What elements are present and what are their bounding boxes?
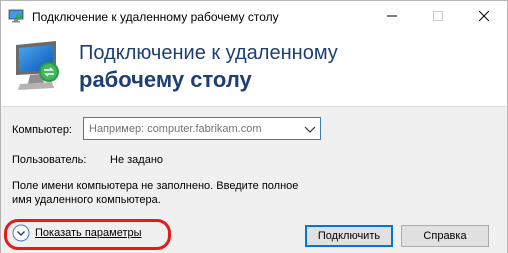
show-options-toggle[interactable]: Показать параметры: [12, 224, 142, 242]
minimize-icon: [387, 15, 397, 17]
computer-label: Компьютер:: [12, 124, 72, 136]
user-label: Пользователь:: [12, 154, 87, 166]
remote-desktop-monitor-icon: [16, 41, 59, 90]
show-options-label[interactable]: Показать параметры: [35, 227, 142, 239]
help-button[interactable]: Справка: [401, 225, 489, 247]
minimize-button[interactable]: [369, 1, 415, 31]
header-banner: Подключение к удаленному рабочему столу: [1, 31, 507, 107]
maximize-button[interactable]: [415, 1, 461, 31]
dialog-content: Компьютер: Пользователь: Не задано Поле …: [1, 108, 507, 253]
banner-title-line2: рабочему столу: [79, 67, 252, 92]
window-title: Подключение к удаленному рабочему столу: [32, 10, 279, 24]
rdp-window: Подключение к удаленному рабочему столу: [0, 0, 508, 253]
remote-desktop-icon: [8, 9, 24, 23]
expand-circle-icon[interactable]: [12, 224, 30, 242]
maximize-icon: [433, 11, 443, 21]
connect-button[interactable]: Подключить: [305, 225, 393, 247]
computer-input[interactable]: [84, 118, 302, 139]
user-value: Не задано: [110, 154, 164, 166]
title-bar[interactable]: Подключение к удаленному рабочему столу: [1, 1, 507, 31]
validation-message: Поле имени компьютера не заполнено. Введ…: [12, 180, 299, 206]
close-icon: [479, 11, 489, 21]
chevron-down-icon[interactable]: [304, 124, 316, 134]
computer-combobox[interactable]: [83, 117, 321, 140]
banner-title-line1: Подключение к удаленному: [79, 42, 338, 64]
close-button[interactable]: [461, 1, 507, 31]
